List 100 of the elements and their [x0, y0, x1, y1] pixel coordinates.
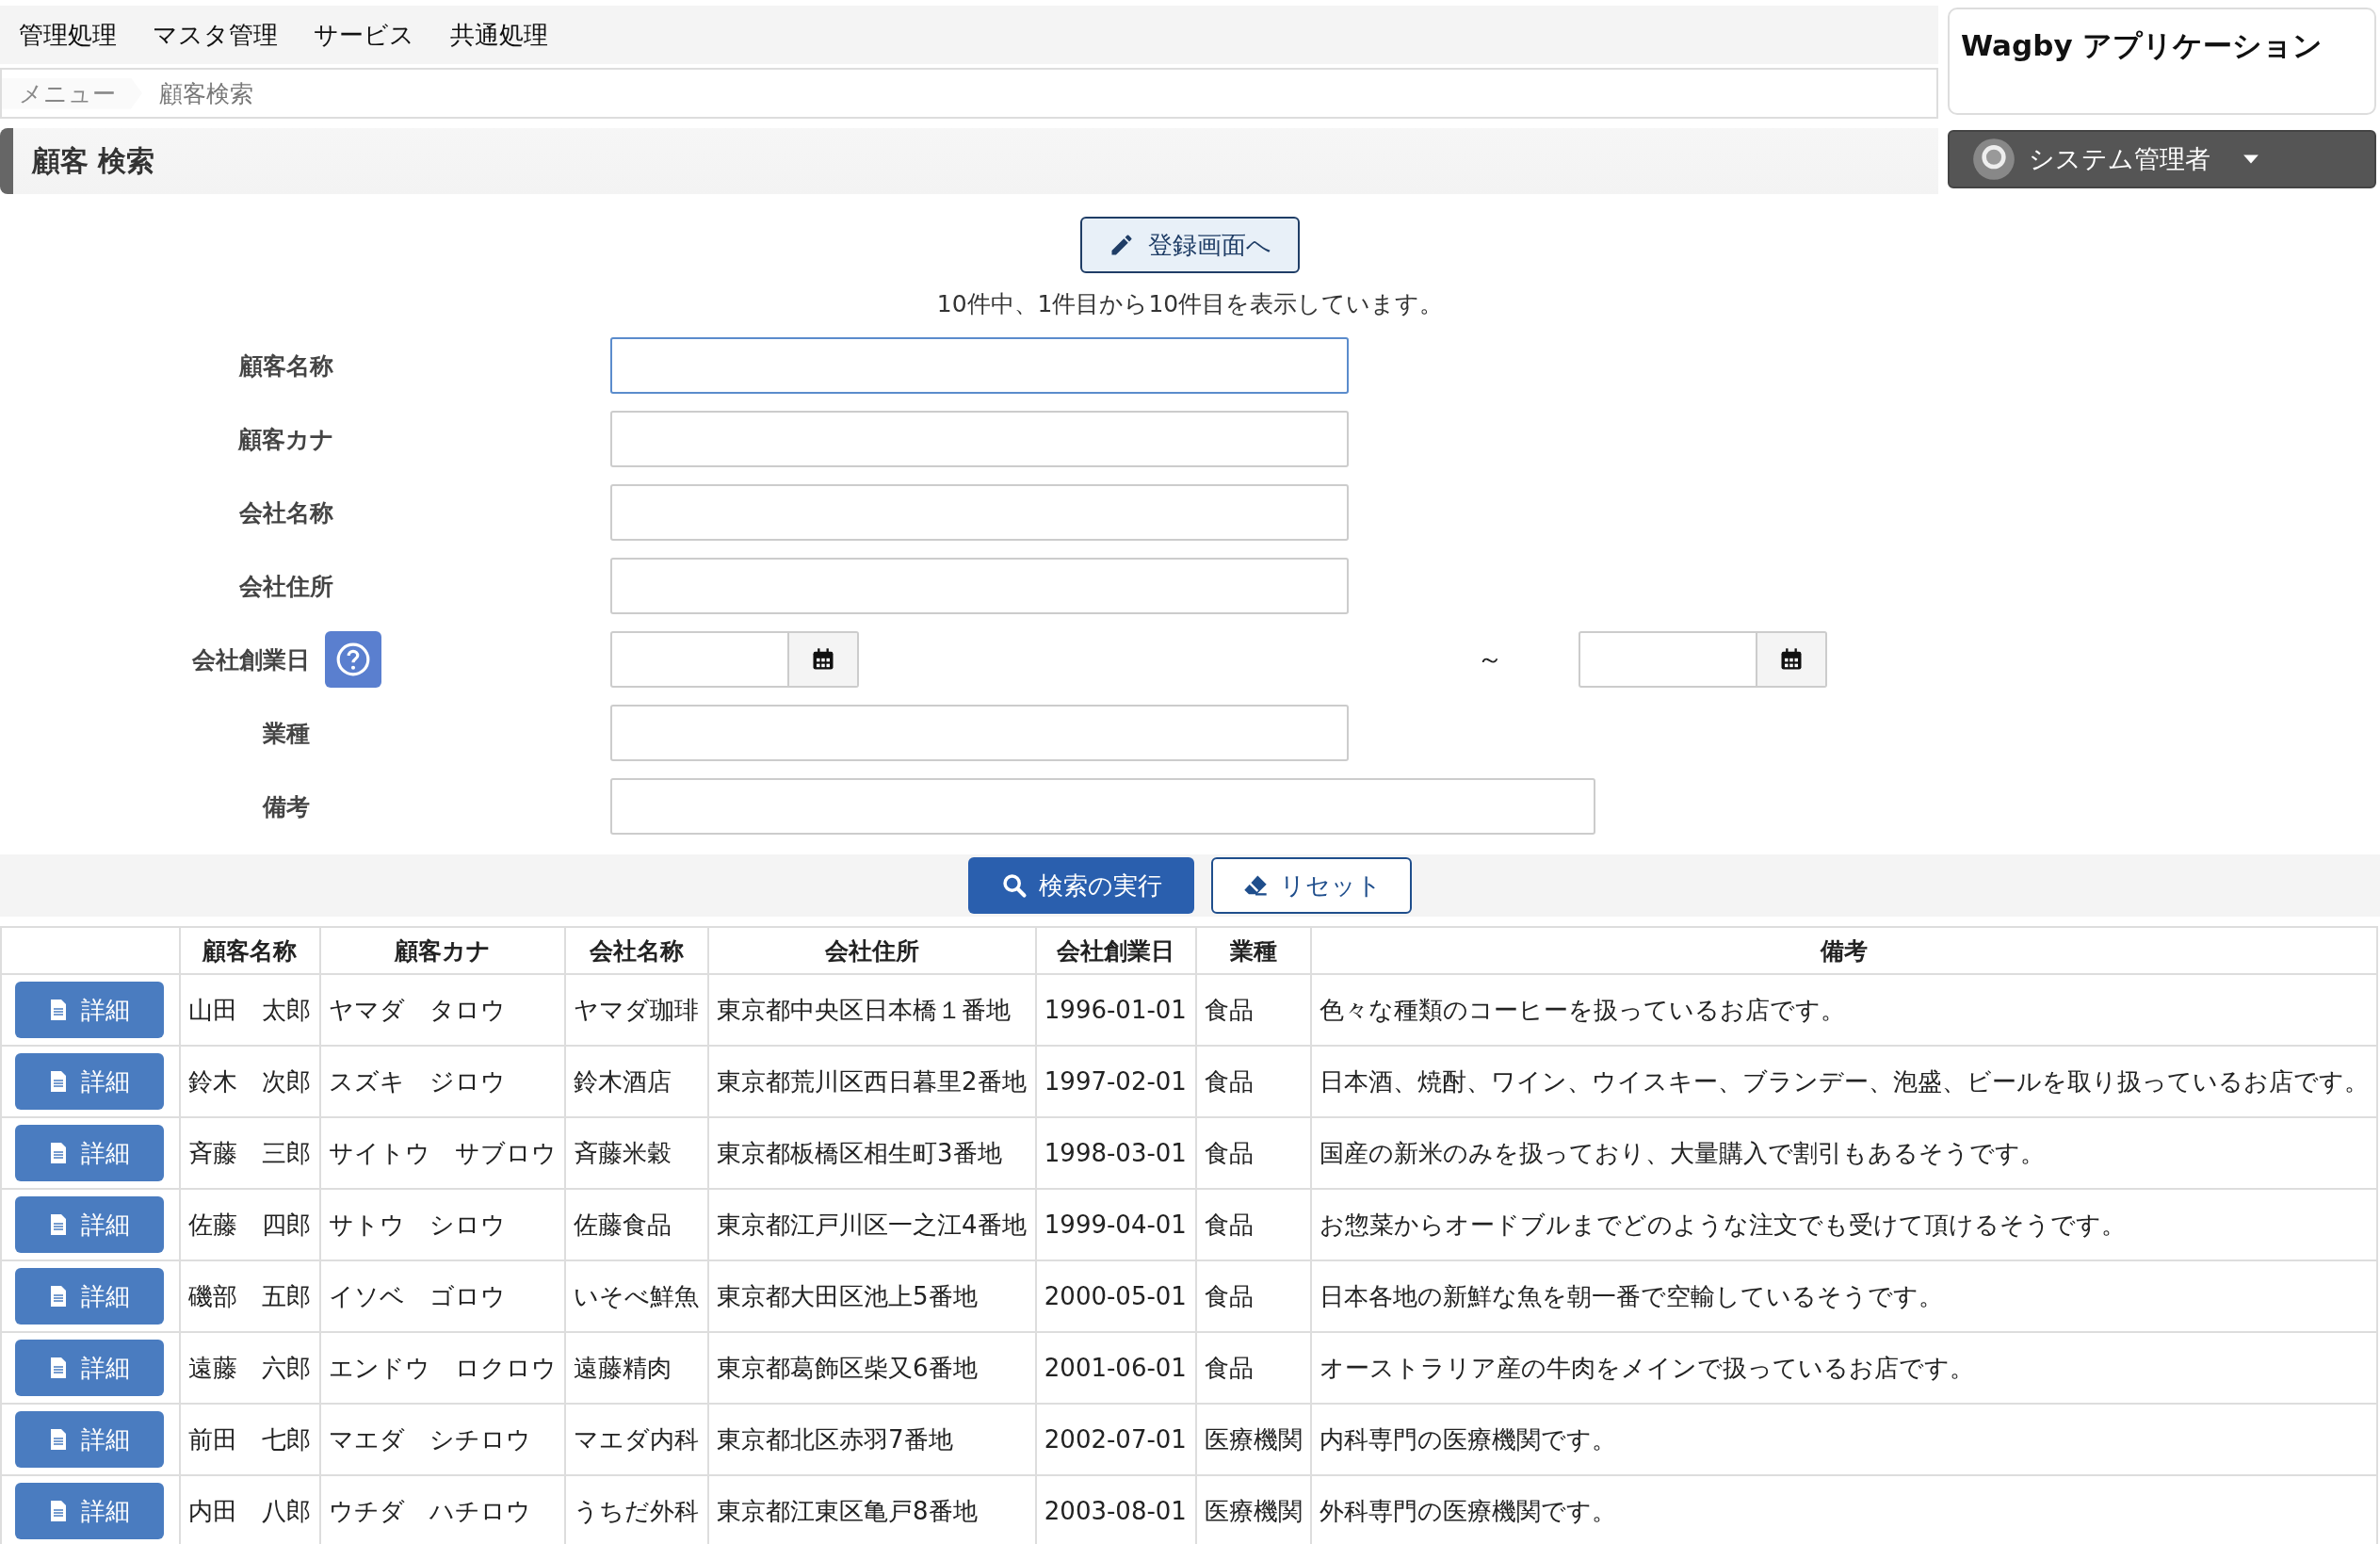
table-cell: 斉藤 三郎	[180, 1117, 320, 1189]
field-label: 顧客カナ	[238, 424, 334, 455]
document-icon	[49, 1069, 68, 1094]
date-field[interactable]	[1579, 631, 1757, 688]
document-icon	[49, 1141, 68, 1165]
field-label: 会社名称	[239, 497, 333, 528]
table-cell: ヤマダ珈琲	[565, 974, 708, 1046]
text-field[interactable]	[610, 778, 1595, 835]
table-cell: 食品	[1195, 974, 1311, 1046]
text-field[interactable]	[610, 337, 1349, 394]
field-label: 業種	[263, 718, 310, 749]
detail-button[interactable]: 詳細	[15, 1125, 164, 1181]
detail-button[interactable]: 詳細	[15, 1340, 164, 1396]
detail-button[interactable]: 詳細	[15, 982, 164, 1038]
date-field[interactable]	[610, 631, 789, 688]
column-header: 顧客名称	[180, 927, 320, 974]
table-cell: マエダ内科	[565, 1404, 708, 1475]
table-cell: 遠藤 六郎	[180, 1332, 320, 1404]
register-screen-button[interactable]: 登録画面へ	[1080, 217, 1300, 273]
detail-button[interactable]: 詳細	[15, 1483, 164, 1539]
table-cell: 1999-04-01	[1035, 1189, 1196, 1260]
result-summary: 10件中、1件目から10件目を表示しています。	[935, 289, 1445, 319]
table-cell: 東京都葛飾区柴又6番地	[708, 1332, 1036, 1404]
table-cell: 鈴木酒店	[565, 1046, 708, 1117]
text-field[interactable]	[610, 484, 1349, 541]
table-cell: イソベ ゴロウ	[319, 1260, 566, 1332]
detail-button[interactable]: 詳細	[15, 1196, 164, 1253]
table-cell: 鈴木 次郎	[180, 1046, 320, 1117]
document-icon	[49, 998, 68, 1022]
table-cell: お惣菜からオードブルまでどのような注文でも受けて頂けるそうです。	[1311, 1189, 2377, 1260]
menu-item[interactable]: 共通処理	[450, 18, 548, 52]
table-cell: 食品	[1195, 1189, 1311, 1260]
table-cell: サイトウ サブロウ	[319, 1117, 566, 1189]
breadcrumb-link[interactable]: メニュー	[2, 77, 142, 109]
search-icon	[1000, 872, 1028, 899]
table-cell: 前田 七郎	[180, 1404, 320, 1475]
column-header: 会社創業日	[1035, 927, 1196, 974]
text-field[interactable]	[610, 558, 1349, 614]
menu-item[interactable]: マスタ管理	[153, 18, 278, 52]
table-cell: 2001-06-01	[1035, 1332, 1196, 1404]
table-cell: 国産の新米のみを扱っており、大量購入で割引もあるそうです。	[1311, 1117, 2377, 1189]
table-cell: 東京都北区赤羽7番地	[708, 1404, 1036, 1475]
field-label: 備考	[263, 791, 310, 822]
search-button[interactable]: 検索の実行	[968, 857, 1194, 914]
table-cell: 東京都中央区日本橋１番地	[708, 974, 1036, 1046]
table-cell: 東京都江戸川区一之江4番地	[708, 1189, 1036, 1260]
question-icon	[334, 642, 371, 677]
column-header: 備考	[1311, 927, 2377, 974]
table-cell: 2002-07-01	[1035, 1404, 1196, 1475]
table-cell: 東京都荒川区西日暮里2番地	[708, 1046, 1036, 1117]
app-title: Wagby アプリケーション	[1948, 8, 2376, 115]
document-icon	[49, 1284, 68, 1308]
calendar-button[interactable]	[789, 631, 859, 688]
table-cell: 2000-05-01	[1035, 1260, 1196, 1332]
column-header: 会社住所	[708, 927, 1036, 974]
table-cell: 東京都板橋区相生町3番地	[708, 1117, 1036, 1189]
menu-item[interactable]: 管理処理	[19, 18, 117, 52]
table-cell: 色々な種類のコーヒーを扱っているお店です。	[1311, 974, 2377, 1046]
table-cell: 食品	[1195, 1332, 1311, 1404]
text-field[interactable]	[610, 411, 1349, 467]
field-label: 顧客名称	[239, 350, 333, 382]
document-icon	[49, 1356, 68, 1380]
table-cell: 1997-02-01	[1035, 1046, 1196, 1117]
reset-button[interactable]: リセット	[1211, 857, 1412, 914]
table-cell: 食品	[1195, 1260, 1311, 1332]
caret-icon	[2242, 154, 2259, 165]
table-cell: 食品	[1195, 1046, 1311, 1117]
table-cell: 内科専門の医療機関です。	[1311, 1404, 2377, 1475]
document-icon	[49, 1427, 68, 1452]
table-cell: 東京都大田区池上5番地	[708, 1260, 1036, 1332]
field-label: 会社創業日	[191, 644, 310, 675]
document-icon	[49, 1499, 68, 1523]
table-cell: マエダ シチロウ	[319, 1404, 566, 1475]
table-cell: 遠藤精肉	[565, 1332, 708, 1404]
help-button[interactable]	[324, 631, 381, 688]
user-menu-button[interactable]: システム管理者	[1948, 130, 2376, 188]
table-cell: スズキ ジロウ	[319, 1046, 566, 1117]
user-avatar-icon	[1972, 138, 2016, 181]
menu-item[interactable]: サービス	[314, 18, 414, 52]
detail-button[interactable]: 詳細	[15, 1411, 164, 1468]
document-icon	[49, 1212, 68, 1237]
table-cell: 磯部 五郎	[180, 1260, 320, 1332]
column-header: 会社名称	[565, 927, 708, 974]
column-header: 業種	[1195, 927, 1311, 974]
table-cell: エンドウ ロクロウ	[319, 1332, 566, 1404]
table-cell: ヤマダ タロウ	[319, 974, 566, 1046]
detail-button[interactable]: 詳細	[15, 1053, 164, 1110]
breadcrumb-current: 顧客検索	[158, 78, 254, 109]
calendar-button[interactable]	[1757, 631, 1827, 688]
text-field[interactable]	[610, 705, 1349, 761]
table-cell: 食品	[1195, 1117, 1311, 1189]
range-separator: ～	[1476, 642, 1504, 676]
table-cell: 1998-03-01	[1035, 1117, 1196, 1189]
table-cell: 日本酒、焼酎、ワイン、ウイスキー、ブランデー、泡盛、ビールを取り扱っているお店です。	[1311, 1046, 2377, 1117]
table-cell: オーストラリア産の牛肉をメインで扱っているお店です。	[1311, 1332, 2377, 1404]
table-cell: 斉藤米穀	[565, 1117, 708, 1189]
table-cell: 佐藤 四郎	[180, 1189, 320, 1260]
table-cell: 佐藤食品	[565, 1189, 708, 1260]
table-cell: 医療機関	[1195, 1404, 1311, 1475]
detail-button[interactable]: 詳細	[15, 1268, 164, 1325]
